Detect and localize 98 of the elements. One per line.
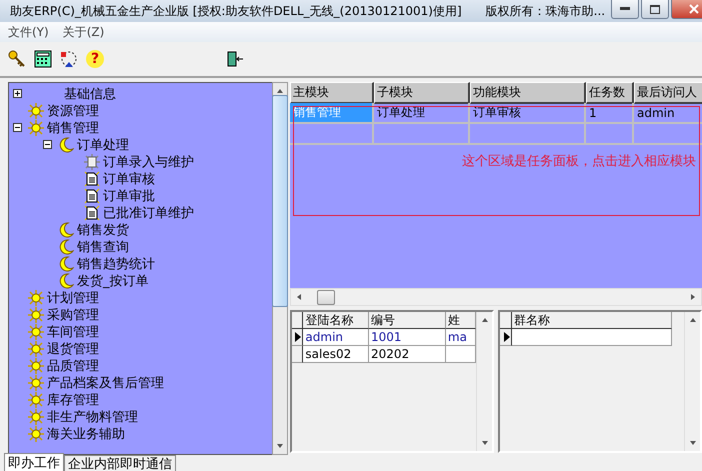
minimize-button[interactable] bbox=[611, 0, 640, 19]
tree-item[interactable]: 基础信息 bbox=[64, 84, 116, 102]
scroll-arrow-icon[interactable] bbox=[276, 442, 284, 450]
tree-item[interactable]: 采购管理 bbox=[47, 306, 99, 324]
scroll-arrow-icon[interactable] bbox=[276, 87, 284, 95]
scroll-arrow-icon[interactable] bbox=[688, 439, 696, 447]
maximize-button[interactable] bbox=[641, 0, 670, 19]
tree-item[interactable]: 车间管理 bbox=[47, 322, 99, 340]
scroll-arrow-icon[interactable] bbox=[689, 293, 697, 301]
window-title: 助友ERP(C)_机械五金生产企业版 [授权:助友软件DELL_无线_(20130121001)使用] bbox=[10, 2, 462, 20]
scroll-arrow-icon[interactable] bbox=[295, 293, 303, 301]
document-icon bbox=[84, 188, 100, 204]
document-icon bbox=[84, 204, 100, 220]
grid-cell[interactable]: 订单审核 bbox=[470, 103, 586, 124]
tree-item[interactable]: 订单审核 bbox=[103, 170, 155, 188]
column-header[interactable]: 最后访问人 bbox=[634, 82, 702, 104]
tree-item[interactable]: 产品档案及售后管理 bbox=[47, 374, 164, 392]
grid-cell[interactable]: sales02 bbox=[303, 346, 370, 363]
minimize-icon bbox=[620, 7, 630, 11]
row-indicator[interactable] bbox=[292, 329, 304, 346]
tree-item[interactable]: 海关业务辅助 bbox=[47, 424, 125, 442]
column-header[interactable]: 子模块 bbox=[374, 82, 470, 104]
expand-icon[interactable] bbox=[13, 89, 22, 98]
tab[interactable]: 即办工作 bbox=[4, 453, 64, 471]
tree-item[interactable]: 销售查询 bbox=[77, 238, 129, 256]
column-header[interactable]: 任务数 bbox=[586, 82, 634, 104]
grid-cell[interactable]: ma bbox=[446, 329, 476, 346]
tree-item[interactable]: 已批准订单维护 bbox=[103, 204, 194, 222]
help-icon[interactable]: ? bbox=[86, 50, 104, 68]
sun-icon bbox=[28, 426, 44, 442]
cycle-arrows-icon[interactable] bbox=[60, 50, 78, 68]
document-icon bbox=[84, 170, 100, 186]
column-header[interactable]: 登陆名称 bbox=[303, 312, 370, 329]
sun-icon bbox=[28, 120, 44, 136]
exit-door-icon[interactable] bbox=[226, 50, 244, 68]
scroll-arrow-icon[interactable] bbox=[480, 439, 488, 447]
column-header[interactable]: 编号 bbox=[369, 312, 446, 329]
tree-item[interactable]: 资源管理 bbox=[47, 102, 99, 120]
grid-cell[interactable] bbox=[290, 124, 374, 145]
scroll-arrow-icon[interactable] bbox=[480, 316, 488, 324]
sun-icon bbox=[28, 408, 44, 424]
gear-icon bbox=[84, 154, 100, 170]
grid-cell[interactable] bbox=[446, 346, 476, 363]
tree-item[interactable]: 库存管理 bbox=[47, 390, 99, 408]
tree-item[interactable]: 订单审批 bbox=[103, 186, 155, 204]
tree-item[interactable]: 订单处理 bbox=[77, 136, 129, 154]
collapse-icon[interactable] bbox=[13, 123, 22, 132]
horizontal-scrollbar[interactable] bbox=[290, 288, 702, 306]
tree-item[interactable]: 销售管理 bbox=[47, 118, 99, 136]
menu-item[interactable]: 关于(Z) bbox=[62, 24, 104, 40]
tree-item[interactable]: 销售发货 bbox=[77, 220, 129, 238]
sun-icon bbox=[28, 340, 44, 356]
tree-item[interactable]: 订单录入与维护 bbox=[103, 152, 194, 170]
tree-item[interactable]: 品质管理 bbox=[47, 356, 99, 374]
sun-icon bbox=[28, 392, 44, 408]
sun-icon bbox=[28, 374, 44, 390]
key-icon[interactable] bbox=[8, 50, 26, 68]
sun-icon bbox=[28, 358, 44, 374]
menu-item[interactable]: 文件(Y) bbox=[8, 24, 49, 40]
copyright-text: 版权所有：珠海市助... bbox=[486, 2, 606, 20]
tree-item[interactable]: 非生产物料管理 bbox=[47, 408, 138, 426]
moon-icon bbox=[58, 272, 74, 288]
calculator-icon[interactable] bbox=[34, 50, 52, 68]
moon-icon bbox=[58, 238, 74, 254]
grid-cell[interactable]: 20202 bbox=[369, 346, 446, 363]
tree-item[interactable]: 退货管理 bbox=[47, 340, 99, 358]
tree-item[interactable]: 销售趋势统计 bbox=[77, 254, 155, 272]
sun-icon bbox=[28, 324, 44, 340]
close-icon bbox=[689, 4, 700, 14]
maximize-icon bbox=[650, 4, 660, 14]
column-header[interactable]: 姓 bbox=[446, 312, 476, 329]
grid-cell[interactable] bbox=[374, 124, 470, 145]
collapse-icon[interactable] bbox=[43, 140, 52, 149]
sun-icon bbox=[28, 306, 44, 322]
grid-cell[interactable]: 1 bbox=[586, 103, 634, 124]
grid-cell[interactable]: admin bbox=[634, 103, 702, 124]
row-indicator[interactable] bbox=[292, 346, 304, 363]
grid-cell[interactable] bbox=[470, 124, 586, 145]
column-header[interactable]: 群名称 bbox=[512, 312, 672, 329]
scroll-arrow-icon[interactable] bbox=[688, 316, 696, 324]
sun-icon bbox=[28, 290, 44, 306]
tab[interactable]: 企业内部即时通信 bbox=[64, 455, 176, 471]
grid-cell[interactable]: 1001 bbox=[369, 329, 446, 346]
sun-icon bbox=[28, 102, 44, 118]
moon-icon bbox=[58, 136, 74, 152]
tree-item[interactable]: 计划管理 bbox=[47, 288, 99, 306]
moon-icon bbox=[58, 256, 74, 272]
column-header[interactable]: 主模块 bbox=[290, 82, 374, 104]
moon-icon bbox=[58, 222, 74, 238]
scrollbar[interactable] bbox=[272, 82, 288, 455]
scroll-thumb[interactable] bbox=[317, 290, 335, 304]
column-header[interactable]: 功能模块 bbox=[470, 82, 586, 104]
tree-item[interactable]: 发货_按订单 bbox=[77, 272, 148, 290]
grid-cell[interactable]: admin bbox=[303, 329, 370, 346]
row-indicator[interactable] bbox=[500, 329, 512, 346]
grid-cell[interactable] bbox=[586, 124, 634, 145]
current-row-icon bbox=[504, 332, 510, 342]
grid-cell[interactable] bbox=[512, 329, 672, 346]
